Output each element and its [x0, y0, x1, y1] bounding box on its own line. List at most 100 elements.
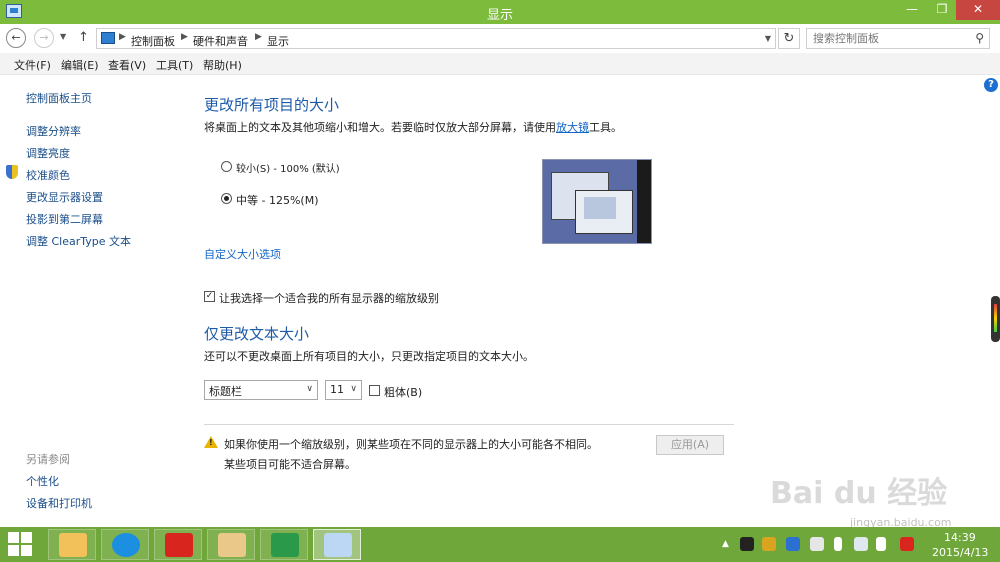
radio-medium-label[interactable]: 中等 - 125%(M): [236, 192, 318, 208]
radio-small-label[interactable]: 较小(S) - 100% (默认): [236, 160, 340, 175]
app-icon: [165, 533, 193, 557]
project-second-screen-link[interactable]: 投影到第二屏幕: [26, 211, 103, 227]
chevron-down-icon: ∨: [350, 384, 357, 394]
input-method-icon[interactable]: [900, 537, 914, 551]
watermark-logo: Bai du 经验: [770, 476, 948, 511]
calibrate-color-link[interactable]: 校准颜色: [26, 167, 70, 183]
font-size-select-value: 11: [330, 383, 344, 396]
action-center-icon[interactable]: [854, 537, 868, 551]
forward-button[interactable]: →: [34, 28, 54, 48]
search-input[interactable]: [807, 29, 967, 48]
qq-icon[interactable]: [740, 537, 754, 551]
clock-date[interactable]: 2015/4/13: [932, 546, 988, 559]
bold-checkbox[interactable]: [369, 385, 380, 396]
start-button[interactable]: [8, 532, 34, 558]
chevron-down-icon[interactable]: ▼: [765, 34, 771, 43]
window-title: 显示: [486, 8, 513, 23]
image-app-icon: [218, 533, 246, 557]
apply-button[interactable]: 应用(A): [656, 435, 724, 455]
up-button[interactable]: ↑: [78, 30, 89, 45]
warning-text-line1: 如果你使用一个缩放级别，则某些项在不同的显示器上的大小可能各不相同。: [224, 438, 598, 451]
arrow-right-icon: →: [39, 31, 49, 44]
minimize-button[interactable]: —: [898, 0, 926, 20]
description-text: 将桌面上的文本及其他项缩小和增大。若要临时仅放大部分屏幕，请使用: [204, 121, 556, 134]
menu-file[interactable]: 文件(F): [14, 57, 51, 73]
breadcrumb-hardware-sound[interactable]: 硬件和声音: [193, 33, 248, 49]
warning-icon: [204, 436, 218, 448]
breadcrumb-separator-icon[interactable]: ▶: [255, 32, 262, 42]
breadcrumb-display[interactable]: 显示: [267, 33, 289, 49]
menu-help[interactable]: 帮助(H): [203, 57, 242, 73]
text-item-select[interactable]: 标题栏 ∨: [204, 380, 318, 400]
control-panel-home-link[interactable]: 控制面板主页: [26, 90, 92, 106]
battery-icon[interactable]: [834, 537, 842, 551]
warning-text-line2: 某些项目可能不适合屏幕。: [224, 458, 356, 471]
close-button[interactable]: ✕: [956, 0, 1000, 20]
description-suffix: 工具。: [589, 121, 622, 134]
breadcrumb-separator-icon[interactable]: ▶: [119, 32, 126, 42]
magnifier-link[interactable]: 放大镜: [556, 121, 589, 134]
control-panel-icon: [324, 533, 352, 557]
adjust-resolution-link[interactable]: 调整分辨率: [26, 123, 81, 139]
maximize-button[interactable]: ❐: [928, 0, 956, 20]
breadcrumb-control-panel[interactable]: 控制面板: [131, 33, 175, 49]
taskbar-app-image[interactable]: [207, 529, 255, 560]
volume-icon[interactable]: [876, 537, 886, 551]
breadcrumb-separator-icon[interactable]: ▶: [181, 32, 188, 42]
text-item-select-value: 标题栏: [209, 385, 242, 398]
bold-checkbox-label[interactable]: 粗体(B): [384, 384, 422, 400]
control-panel-icon: [101, 32, 115, 44]
scaling-level-checkbox-label[interactable]: 让我选择一个适合我的所有显示器的缩放级别: [219, 290, 439, 306]
chevron-down-icon: ∨: [306, 384, 313, 394]
search-box[interactable]: ⚲: [806, 28, 990, 49]
menu-view[interactable]: 查看(V): [108, 57, 146, 73]
help-icon[interactable]: ?: [984, 78, 998, 92]
see-also-heading: 另请参阅: [26, 453, 70, 466]
preview-window-front: [575, 190, 633, 234]
taskbar-app-red[interactable]: [154, 529, 202, 560]
arrow-left-icon: ←: [11, 31, 21, 44]
font-size-select[interactable]: 11 ∨: [325, 380, 362, 400]
taskbar-control-panel[interactable]: [313, 529, 361, 560]
recent-locations-dropdown[interactable]: ▼: [60, 32, 66, 41]
shield-icon: [6, 165, 18, 179]
change-display-settings-link[interactable]: 更改显示器设置: [26, 189, 103, 205]
text-size-description: 还可以不更改桌面上所有项目的大小，只更改指定项目的文本大小。: [204, 350, 534, 363]
back-button[interactable]: ←: [6, 28, 26, 48]
scaling-preview-image: [542, 159, 652, 244]
personalization-link[interactable]: 个性化: [26, 473, 59, 489]
show-hidden-icons-button[interactable]: ▲: [722, 539, 729, 549]
custom-size-options-link[interactable]: 自定义大小选项: [204, 246, 281, 262]
menu-edit[interactable]: 编辑(E): [61, 57, 99, 73]
section-title-text-size: 仅更改文本大小: [204, 325, 310, 343]
refresh-button[interactable]: ↻: [778, 28, 800, 49]
internet-explorer-icon: [112, 533, 140, 557]
clock-time[interactable]: 14:39: [944, 531, 976, 544]
address-bar-row: ← → ▼ ↑ ▶ 控制面板 ▶ 硬件和声音 ▶ 显示 ▼ ↻ ⚲: [0, 24, 1000, 52]
scaling-level-checkbox[interactable]: ✓: [204, 291, 215, 302]
radio-small[interactable]: [221, 161, 232, 172]
taskbar-store[interactable]: [260, 529, 308, 560]
radio-medium[interactable]: [221, 193, 232, 204]
taskbar-internet-explorer[interactable]: [101, 529, 149, 560]
section-description: 将桌面上的文本及其他项缩小和增大。若要临时仅放大部分屏幕，请使用放大镜工具。: [204, 119, 622, 135]
search-icon[interactable]: ⚲: [975, 31, 984, 45]
floating-edge-handle[interactable]: [991, 296, 1000, 342]
preview-sidebar: [637, 160, 651, 243]
address-field[interactable]: ▶ 控制面板 ▶ 硬件和声音 ▶ 显示 ▼: [96, 28, 776, 49]
devices-printers-link[interactable]: 设备和打印机: [26, 495, 92, 511]
menu-bar: 文件(F) 编辑(E) 查看(V) 工具(T) 帮助(H): [0, 53, 1000, 75]
network-disabled-icon[interactable]: [810, 537, 824, 551]
folder-icon: [59, 533, 87, 557]
title-bar: 显示 — ❐ ✕: [0, 0, 1000, 24]
qq-secondary-icon[interactable]: [762, 537, 776, 551]
adjust-cleartype-link[interactable]: 调整 ClearType 文本: [26, 233, 131, 249]
menu-tools[interactable]: 工具(T): [156, 57, 193, 73]
divider: [204, 424, 734, 425]
adjust-brightness-link[interactable]: 调整亮度: [26, 145, 70, 161]
taskbar-file-explorer[interactable]: [48, 529, 96, 560]
store-icon: [271, 533, 299, 557]
security-icon[interactable]: [786, 537, 800, 551]
section-title-change-size: 更改所有项目的大小: [204, 96, 340, 114]
taskbar: ▲: [0, 527, 1000, 562]
